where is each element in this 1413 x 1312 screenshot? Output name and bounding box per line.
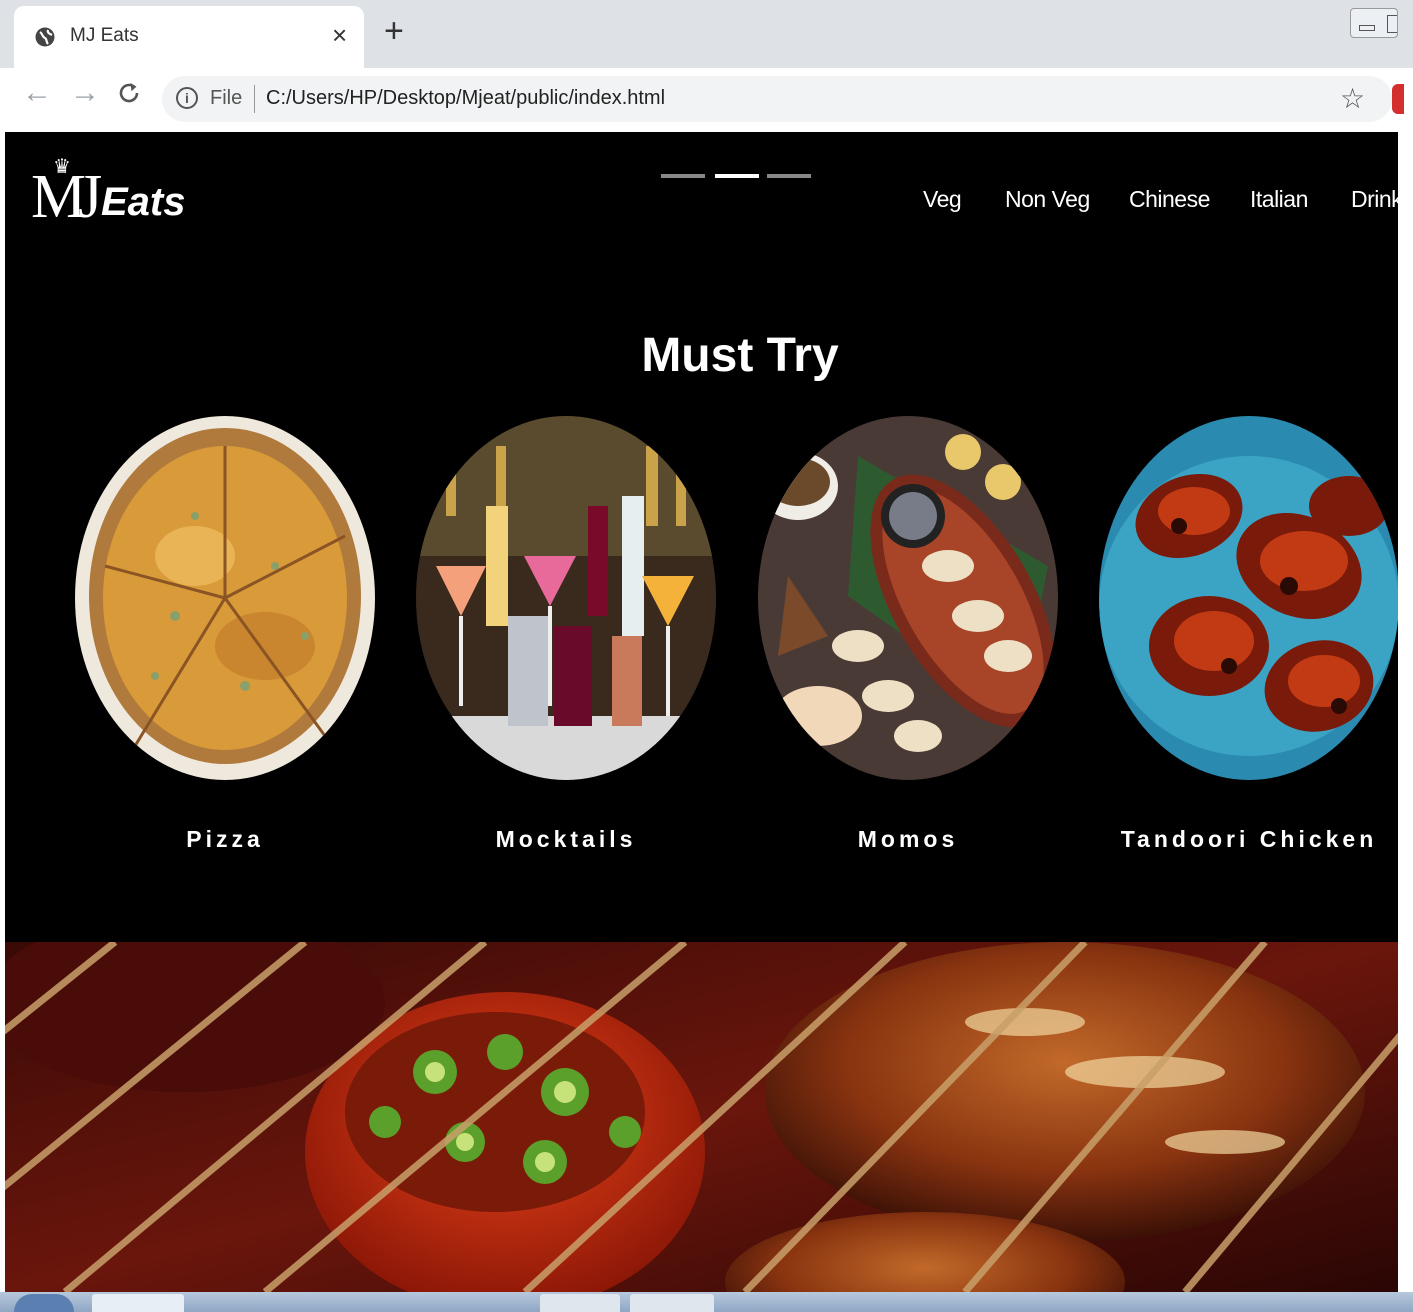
section-title: Must Try bbox=[641, 329, 839, 382]
tab-close-icon[interactable]: × bbox=[332, 20, 347, 51]
nav-drinks[interactable]: Drinks bbox=[1351, 186, 1398, 213]
slider-dot-1[interactable] bbox=[661, 174, 705, 178]
opera-taskbar-icon[interactable] bbox=[290, 1294, 360, 1312]
forward-arrow-icon[interactable]: → bbox=[70, 78, 100, 108]
app-taskbar-icon[interactable] bbox=[630, 1294, 714, 1312]
protocol-label: File bbox=[210, 87, 243, 109]
new-tab-icon[interactable]: + bbox=[384, 14, 404, 48]
dish-name: Mocktails bbox=[495, 826, 637, 852]
screen: MJ Eats × + ← → i File C:/Users/HP/Deskt… bbox=[0, 0, 1413, 1312]
slider-dot-3[interactable] bbox=[767, 174, 811, 178]
site-logo[interactable]: ♛ MJ Eats bbox=[31, 154, 191, 244]
maximize-icon[interactable] bbox=[1387, 15, 1397, 33]
pizza-photo[interactable] bbox=[75, 416, 375, 780]
back-arrow-icon[interactable]: ← bbox=[22, 78, 52, 108]
minimize-icon[interactable] bbox=[1359, 25, 1375, 31]
nav-chinese[interactable]: Chinese bbox=[1129, 186, 1210, 213]
window-controls[interactable] bbox=[1350, 8, 1398, 38]
browser-tab[interactable]: MJ Eats × bbox=[14, 6, 364, 68]
tandoori-chicken-photo[interactable] bbox=[1099, 416, 1398, 780]
dish-name: Tandoori Chicken bbox=[1120, 826, 1378, 852]
tab-title: MJ Eats bbox=[70, 25, 139, 46]
browser-toolbar: ← → i File C:/Users/HP/Desktop/Mjeat/pub… bbox=[0, 68, 1413, 132]
slider-dot-2[interactable] bbox=[715, 174, 759, 178]
mocktails-photo[interactable] bbox=[416, 416, 716, 780]
nav-non-veg[interactable]: Non Veg bbox=[1005, 186, 1090, 213]
logo-monogram: MJ bbox=[31, 163, 102, 231]
browser-tabstrip: MJ Eats × + bbox=[0, 0, 1413, 68]
info-icon[interactable]: i bbox=[176, 87, 198, 109]
logo-wordmark: Eats bbox=[101, 180, 186, 224]
momos-photo[interactable] bbox=[758, 416, 1058, 780]
divider bbox=[254, 85, 255, 113]
nav-italian[interactable]: Italian bbox=[1250, 186, 1308, 213]
os-taskbar bbox=[0, 1292, 1413, 1312]
explorer-taskbar-icon[interactable] bbox=[540, 1294, 620, 1312]
address-bar[interactable]: i File C:/Users/HP/Desktop/Mjeat/public/… bbox=[162, 76, 1392, 122]
url-text[interactable]: C:/Users/HP/Desktop/Mjeat/public/index.h… bbox=[266, 87, 665, 110]
extension-icon[interactable] bbox=[1392, 84, 1404, 114]
slider-indicators bbox=[661, 174, 821, 180]
dish-name: Pizza bbox=[186, 826, 264, 852]
dish-name: Momos bbox=[857, 826, 959, 852]
ie-taskbar-icon[interactable] bbox=[200, 1294, 270, 1312]
nav-veg[interactable]: Veg bbox=[923, 186, 962, 213]
page-content: ♛ MJ Eats Veg Non Veg Chinese Italian Dr… bbox=[5, 132, 1398, 1292]
bookmark-star-icon[interactable]: ☆ bbox=[1340, 82, 1365, 115]
globe-icon bbox=[35, 27, 55, 47]
grilled-food-photo bbox=[5, 942, 1398, 1292]
reload-icon[interactable] bbox=[116, 80, 142, 106]
chrome-taskbar-icon[interactable] bbox=[92, 1294, 184, 1312]
start-button[interactable] bbox=[14, 1294, 74, 1312]
